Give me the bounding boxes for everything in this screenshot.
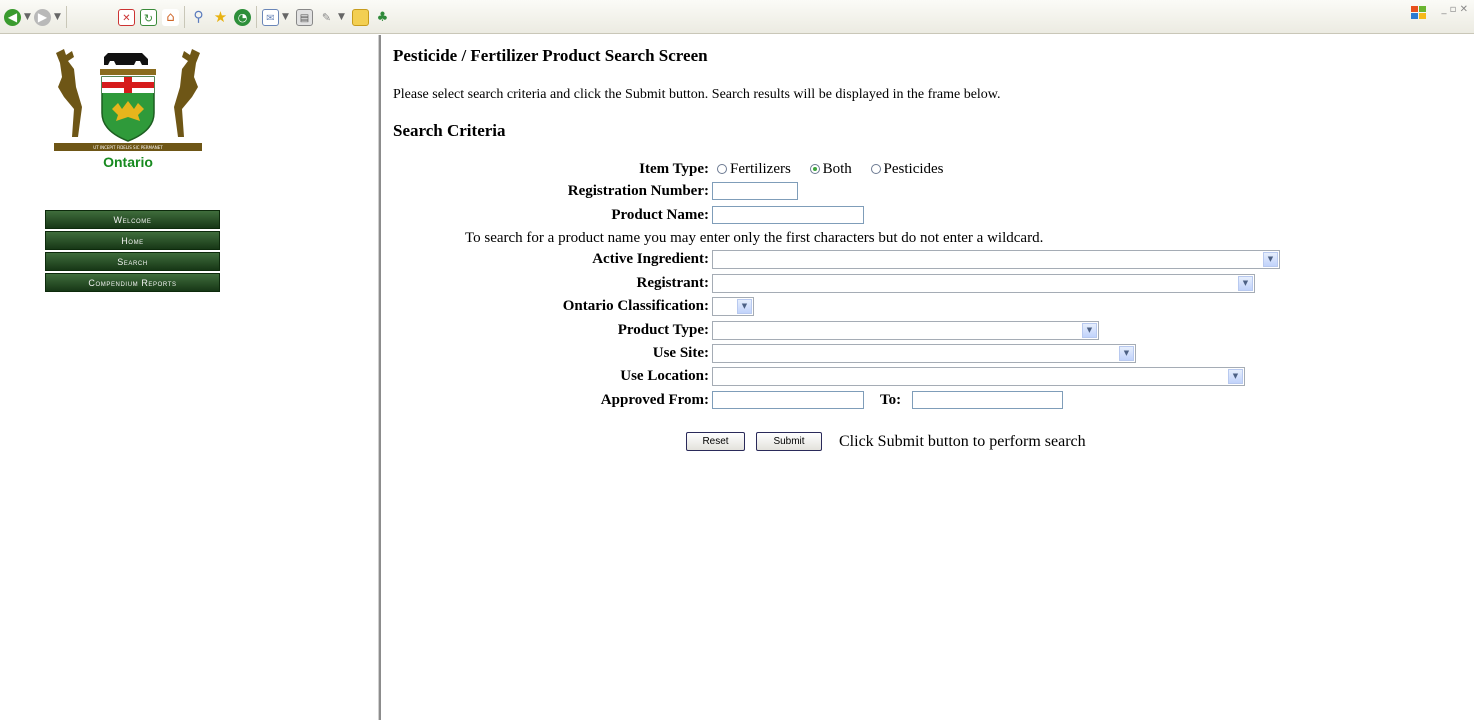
- submit-button[interactable]: Submit: [756, 432, 822, 451]
- folder-icon[interactable]: [352, 9, 369, 26]
- radio-both[interactable]: [809, 163, 820, 174]
- forward-icon[interactable]: ▶: [34, 9, 51, 26]
- radio-pesticides-label[interactable]: Pesticides: [884, 161, 944, 177]
- forward-dropdown-icon[interactable]: ▼: [54, 12, 61, 22]
- use-location-label: Use Location:: [620, 368, 709, 384]
- search-icon[interactable]: ⚲: [190, 9, 207, 26]
- active-ingredient-row: Active Ingredient: ▼: [381, 249, 1474, 271]
- radio-both-label[interactable]: Both: [823, 161, 852, 177]
- mail-icon[interactable]: ✉: [262, 9, 279, 26]
- ontario-classification-label: Ontario Classification:: [562, 298, 709, 314]
- active-ingredient-label: Active Ingredient:: [592, 251, 709, 267]
- svg-text:UT INCEPIT FIDELIS SIC PERMANE: UT INCEPIT FIDELIS SIC PERMANET: [93, 145, 163, 150]
- submit-hint-text: Click Submit button to perform search: [839, 433, 1086, 450]
- history-icon[interactable]: ◔: [234, 9, 251, 26]
- use-site-select[interactable]: ▼: [712, 344, 1136, 363]
- product-name-input[interactable]: [712, 206, 864, 224]
- approved-from-label: Approved From:: [600, 392, 709, 408]
- radio-fertilizers[interactable]: [717, 163, 727, 174]
- stop-icon[interactable]: ✕: [118, 9, 135, 26]
- windows-logo-icon: [1411, 6, 1426, 19]
- chevron-down-icon[interactable]: ▼: [1263, 252, 1278, 267]
- chevron-down-icon[interactable]: ▼: [1228, 369, 1243, 384]
- chevron-down-icon[interactable]: ▼: [1119, 346, 1134, 361]
- window-controls[interactable]: _ ▫ ✕: [1441, 4, 1468, 15]
- instructions-text: Please select search criteria and click …: [393, 87, 1001, 102]
- product-type-row: Product Type: ▼: [381, 320, 1474, 342]
- sidebar-nav: Welcome Home Search Compendium Reports: [45, 210, 220, 294]
- product-name-row: Product Name:: [381, 205, 1474, 227]
- nav-item-welcome[interactable]: Welcome: [45, 210, 220, 229]
- product-name-label: Product Name:: [611, 207, 709, 223]
- messenger-icon[interactable]: ♣: [374, 9, 391, 26]
- approved-to-label: To:: [880, 392, 902, 408]
- form-actions-row: Reset Submit Click Submit button to perf…: [381, 432, 1474, 454]
- home-icon[interactable]: ⌂: [162, 9, 179, 26]
- edit-dropdown-icon[interactable]: ▼: [338, 12, 345, 22]
- ontario-classification-select[interactable]: ▼: [712, 297, 754, 316]
- approved-to-input[interactable]: [912, 391, 1063, 409]
- ontario-classification-row: Ontario Classification: ▼: [381, 296, 1474, 318]
- back-icon[interactable]: ◀: [4, 9, 21, 26]
- use-site-row: Use Site: ▼: [381, 343, 1474, 365]
- item-type-radio-group: Fertilizers Both Pesticides: [717, 161, 959, 178]
- left-frame: UT INCEPIT FIDELIS SIC PERMANET Ontario …: [0, 35, 378, 720]
- nav-item-home[interactable]: Home: [45, 231, 220, 250]
- registration-number-label: Registration Number:: [567, 183, 709, 199]
- active-ingredient-select[interactable]: ▼: [712, 250, 1280, 269]
- product-type-label: Product Type:: [617, 322, 709, 338]
- browser-toolbar: ◀ ▼ ▶ ▼ ✕ ↻ ⌂ ⚲ ★ ◔ ✉ ▼ ▤ ✎ ▼ ♣ _ ▫ ✕: [0, 0, 1474, 34]
- reset-button[interactable]: Reset: [686, 432, 745, 451]
- toolbar-separator: [66, 6, 67, 28]
- approved-dates-row: Approved From: To:: [381, 390, 1474, 412]
- print-icon[interactable]: ▤: [296, 9, 313, 26]
- chevron-down-icon[interactable]: ▼: [737, 299, 752, 314]
- registration-number-row: Registration Number:: [381, 181, 1474, 203]
- chevron-down-icon[interactable]: ▼: [1238, 276, 1253, 291]
- use-location-select[interactable]: ▼: [712, 367, 1245, 386]
- registrant-select[interactable]: ▼: [712, 274, 1255, 293]
- edit-icon[interactable]: ✎: [318, 9, 335, 26]
- nav-item-compendium-reports[interactable]: Compendium Reports: [45, 273, 220, 292]
- favorites-icon[interactable]: ★: [212, 9, 229, 26]
- section-title: Search Criteria: [393, 121, 506, 140]
- chevron-down-icon[interactable]: ▼: [1082, 323, 1097, 338]
- nav-item-search[interactable]: Search: [45, 252, 220, 271]
- item-type-row: Item Type: Fertilizers Both Pesticides: [381, 159, 1474, 181]
- radio-fertilizers-label[interactable]: Fertilizers: [730, 161, 791, 177]
- use-location-row: Use Location: ▼: [381, 366, 1474, 388]
- back-dropdown-icon[interactable]: ▼: [24, 12, 31, 22]
- ontario-coat-of-arms-logo: UT INCEPIT FIDELIS SIC PERMANET: [54, 49, 202, 151]
- mail-dropdown-icon[interactable]: ▼: [282, 12, 289, 22]
- approved-from-input[interactable]: [712, 391, 864, 409]
- toolbar-separator: [256, 6, 257, 28]
- registration-number-input[interactable]: [712, 182, 798, 200]
- ontario-logo-text: Ontario: [103, 154, 153, 170]
- page-title: Pesticide / Fertilizer Product Search Sc…: [393, 46, 708, 65]
- radio-pesticides[interactable]: [870, 163, 881, 174]
- main-frame: Pesticide / Fertilizer Product Search Sc…: [381, 35, 1474, 720]
- use-site-label: Use Site:: [652, 345, 709, 361]
- registrant-row: Registrant: ▼: [381, 273, 1474, 295]
- refresh-icon[interactable]: ↻: [140, 9, 157, 26]
- product-type-select[interactable]: ▼: [712, 321, 1099, 340]
- toolbar-separator: [184, 6, 185, 28]
- product-name-note: To search for a product name you may ent…: [465, 230, 1044, 246]
- registrant-label: Registrant:: [636, 275, 709, 291]
- item-type-label: Item Type:: [639, 161, 709, 177]
